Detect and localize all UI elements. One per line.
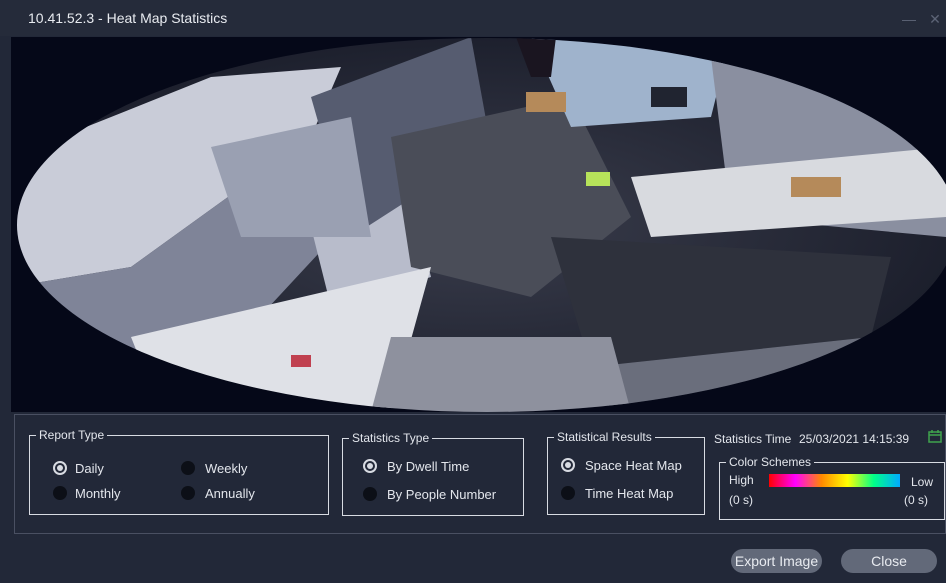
radio-annually[interactable] bbox=[181, 486, 195, 500]
low-value: (0 s) bbox=[904, 493, 928, 507]
statistics-time-value: 25/03/2021 14:15:39 bbox=[799, 432, 910, 446]
close-button[interactable]: Close bbox=[841, 549, 937, 573]
statistics-type-group: Statistics Type By Dwell Time By People … bbox=[342, 431, 524, 516]
close-icon[interactable]: ✕ bbox=[926, 10, 944, 28]
low-label: Low bbox=[911, 475, 934, 489]
radio-by-people-number[interactable] bbox=[363, 487, 377, 501]
radio-daily[interactable] bbox=[53, 461, 67, 475]
title-bar[interactable]: 10.41.52.3 - Heat Map Statistics — ✕ bbox=[0, 0, 946, 36]
radio-time-heat-map[interactable] bbox=[561, 486, 575, 500]
option-by-dwell-time[interactable]: By Dwell Time bbox=[387, 459, 469, 474]
color-schemes-legend: Color Schemes bbox=[726, 455, 815, 469]
option-daily[interactable]: Daily bbox=[75, 461, 104, 476]
color-schemes-group: Color Schemes High (0 s) Low (0 s) bbox=[719, 455, 945, 520]
color-gradient-bar bbox=[769, 474, 900, 487]
minimize-icon[interactable]: — bbox=[900, 10, 918, 28]
fisheye-camera-view bbox=[11, 37, 946, 412]
radio-by-dwell-time[interactable] bbox=[363, 459, 377, 473]
report-type-legend: Report Type bbox=[36, 428, 108, 442]
high-value: (0 s) bbox=[729, 493, 753, 507]
radio-weekly[interactable] bbox=[181, 461, 195, 475]
statistical-results-legend: Statistical Results bbox=[554, 430, 655, 444]
radio-space-heat-map[interactable] bbox=[561, 458, 575, 472]
option-monthly[interactable]: Monthly bbox=[75, 486, 121, 501]
option-annually[interactable]: Annually bbox=[205, 486, 255, 501]
option-space-heat-map[interactable]: Space Heat Map bbox=[585, 458, 682, 473]
high-label: High bbox=[729, 473, 754, 487]
export-image-button[interactable]: Export Image bbox=[731, 549, 822, 573]
heat-map-window: 10.41.52.3 - Heat Map Statistics — ✕ Rep… bbox=[0, 0, 946, 583]
radio-monthly[interactable] bbox=[53, 486, 67, 500]
option-time-heat-map[interactable]: Time Heat Map bbox=[585, 486, 673, 501]
statistical-results-group: Statistical Results Space Heat Map Time … bbox=[547, 430, 705, 515]
window-title: 10.41.52.3 - Heat Map Statistics bbox=[28, 10, 228, 26]
statistics-type-legend: Statistics Type bbox=[349, 431, 433, 445]
statistics-panel: Report Type Daily Weekly Monthly Annuall… bbox=[14, 414, 946, 534]
statistics-time-label: Statistics Time bbox=[714, 432, 792, 446]
option-weekly[interactable]: Weekly bbox=[205, 461, 247, 476]
calendar-icon[interactable] bbox=[928, 429, 942, 443]
option-by-people-number[interactable]: By People Number bbox=[387, 487, 496, 502]
report-type-group: Report Type Daily Weekly Monthly Annuall… bbox=[29, 428, 329, 515]
